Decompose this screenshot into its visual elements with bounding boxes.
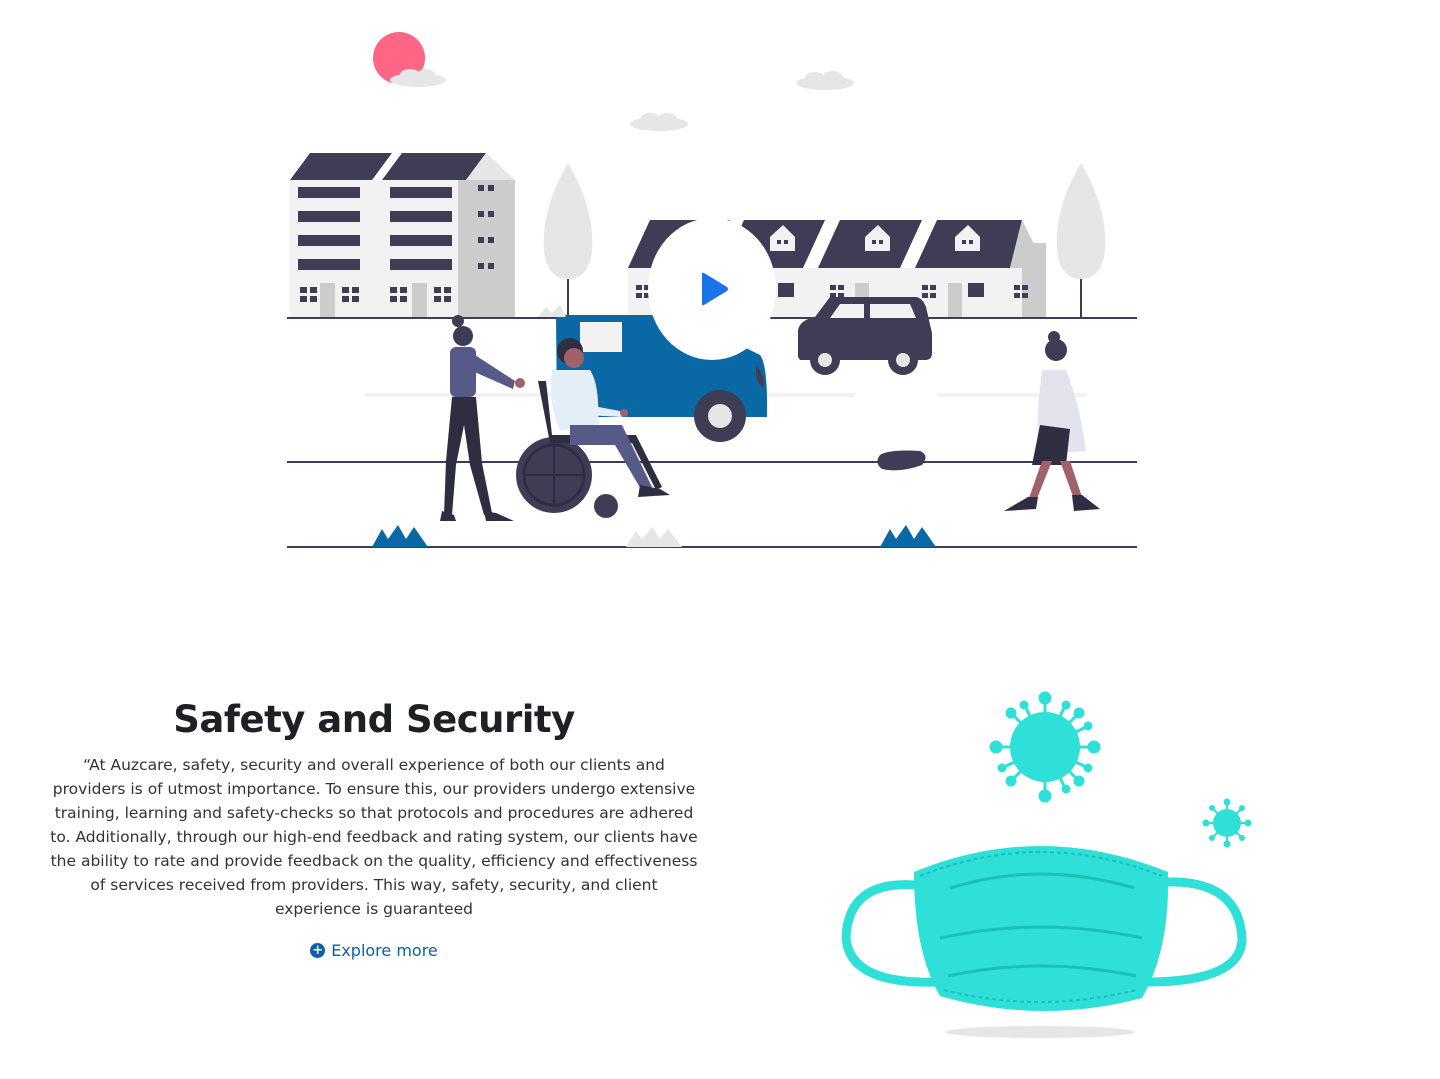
shrub-shape [372, 525, 428, 547]
hero-illustration [270, 25, 1160, 565]
shrub-shape [626, 527, 682, 547]
shrub-shape [880, 525, 936, 547]
section-title: Safety and Security [173, 698, 575, 741]
play-icon [702, 272, 728, 306]
apartment-building [290, 153, 515, 317]
rock-shape [877, 450, 926, 471]
explore-more-link[interactable]: + Explore more [310, 941, 438, 960]
plus-circle-icon: + [310, 943, 326, 958]
virus-icon [1202, 798, 1252, 848]
tree-shape [543, 163, 593, 317]
play-video-button[interactable] [648, 218, 776, 360]
cloud-shape [630, 113, 688, 131]
cloud-shape [796, 71, 854, 90]
pedestrian-figure [1004, 331, 1100, 511]
tree-shape [1056, 163, 1106, 317]
shrub-shape [538, 305, 566, 317]
section-body: “At Auzcare, safety, security and overal… [50, 756, 698, 918]
virus-icon [989, 691, 1101, 803]
explore-more-label: Explore more [331, 941, 438, 960]
face-mask-shape [841, 846, 1247, 1038]
mask-illustration [830, 690, 1270, 1060]
caregiver-figure [440, 315, 525, 521]
safety-section: Safety and Security “At Auzcare, safety,… [40, 695, 708, 960]
